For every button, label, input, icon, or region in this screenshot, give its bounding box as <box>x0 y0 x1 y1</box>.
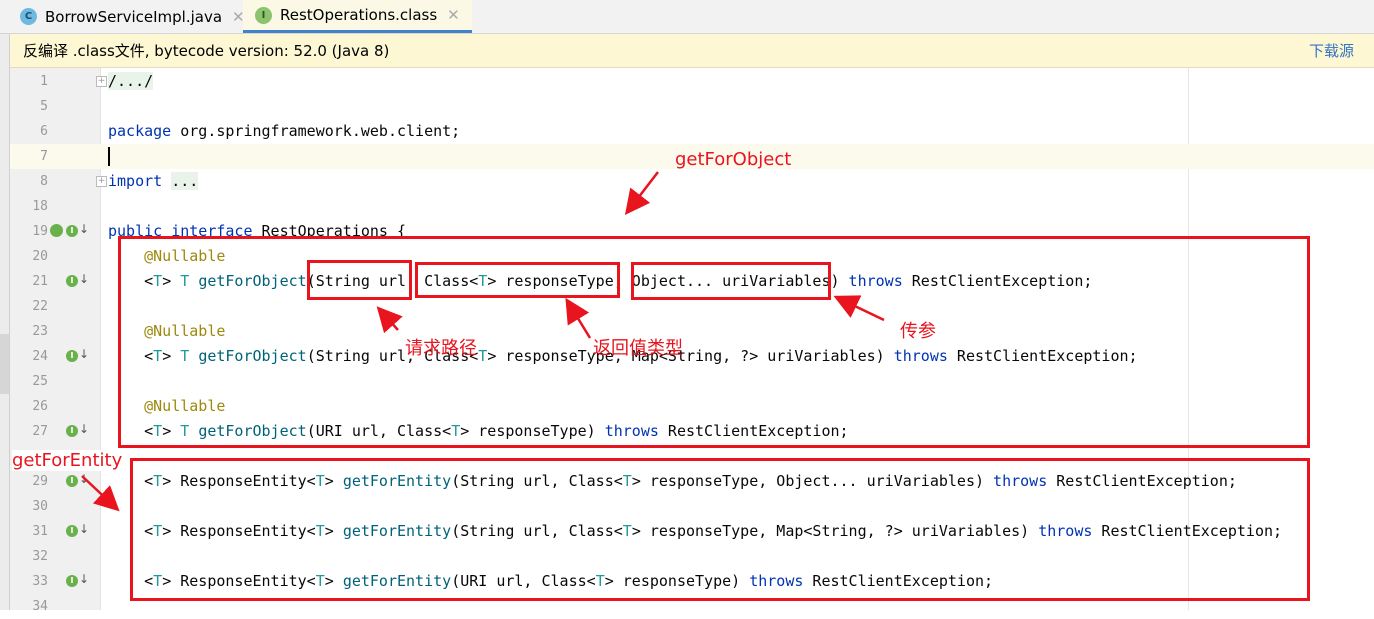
arrow-return-type <box>565 297 592 339</box>
arrow-params <box>833 295 885 322</box>
arrow-get-for-object <box>624 171 659 215</box>
arrow-request-path <box>376 306 403 334</box>
annotation-arrows <box>81 171 885 512</box>
arrow-get-for-entity <box>81 475 120 512</box>
